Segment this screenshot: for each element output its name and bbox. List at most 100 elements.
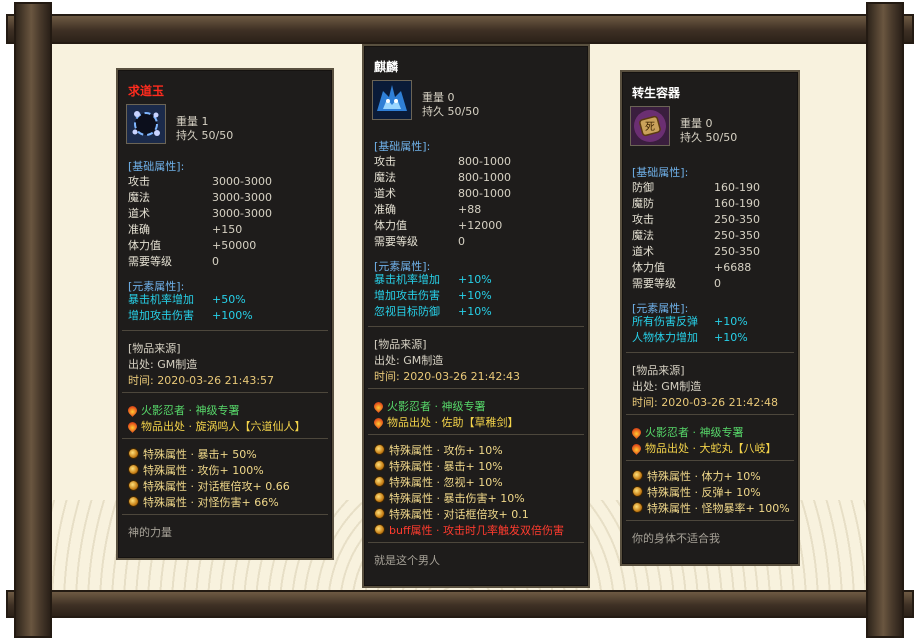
gem-icon xyxy=(374,460,385,471)
scroll-left-post xyxy=(14,2,52,638)
attr-name: 体力值 xyxy=(374,219,407,232)
elem-attr-row: 增加攻击伤害 +10% xyxy=(374,290,492,302)
special-attr-text: 特殊属性 · 攻伤+ 10% xyxy=(389,444,503,457)
attr-name: 攻击 xyxy=(128,175,150,188)
base-attr-row: 体力值 +50000 xyxy=(128,240,256,252)
base-attr-row: 魔防 160-190 xyxy=(632,197,760,210)
base-attr-row: 防御 160-190 xyxy=(632,181,760,194)
attr-value: 160-190 xyxy=(714,181,760,194)
flame-icon xyxy=(372,400,385,413)
attr-name: 增加攻击伤害 xyxy=(128,309,194,322)
attr-name: 魔防 xyxy=(632,197,654,210)
attr-value: +10% xyxy=(714,331,748,344)
flame-icon xyxy=(630,442,643,455)
attr-name: 暴击机率增加 xyxy=(128,293,194,306)
attr-name: 人物体力增加 xyxy=(632,331,698,344)
fire-line-text: 物品出处 · 旋涡鸣人【六道仙人】 xyxy=(141,420,306,433)
divider xyxy=(122,330,328,331)
divider xyxy=(122,514,328,515)
item-tooltip-card: 转生容器死 重量 0 持久 50/50 [基础属性]: 防御 160-190 魔防 160-1… xyxy=(620,70,800,566)
fire-line: 火影忍者 · 神级专署 xyxy=(372,398,486,414)
item-durability: 持久 50/50 xyxy=(422,105,480,118)
elem-attr-row: 所有伤害反弹 +10% xyxy=(632,316,748,328)
special-attr-row: 特殊属性 · 攻伤+ 100% xyxy=(128,462,264,478)
attr-value: +100% xyxy=(212,309,253,322)
attr-value: +88 xyxy=(458,203,482,216)
base-attr-row: 需要等级 0 xyxy=(632,277,721,290)
elem-attr-row: 暴击机率增加 +10% xyxy=(374,274,492,286)
fire-line-text: 火影忍者 · 神级专署 xyxy=(645,426,744,439)
attr-value: 3000-3000 xyxy=(212,191,272,204)
elem-attr-row: 忽视目标防御 +10% xyxy=(374,306,492,318)
elem-attr-row: 增加攻击伤害 +100% xyxy=(128,309,253,322)
special-attr-row: 特殊属性 · 怪物暴率+ 100% xyxy=(632,500,790,516)
item-name: 求道玉 xyxy=(128,84,165,98)
special-attr-text: 特殊属性 · 反弹+ 10% xyxy=(647,486,761,499)
divider xyxy=(368,326,584,327)
attr-value: +10% xyxy=(714,315,748,328)
attr-name: 需要等级 xyxy=(128,255,172,268)
elem-attr-row: 暴击机率增加 +50% xyxy=(128,293,246,306)
attr-name: 需要等级 xyxy=(374,235,418,248)
base-attr-title: [基础属性]: xyxy=(128,160,185,173)
fire-line-text: 火影忍者 · 神级专署 xyxy=(141,404,240,417)
base-attr-row: 道术 250-350 xyxy=(632,246,760,258)
special-attr-text: 特殊属性 · 暴击+ 10% xyxy=(389,460,503,473)
special-attr-row: 特殊属性 · 暴击+ 10% xyxy=(374,458,503,474)
item-tooltip-card: 求道玉 重量 1 持久 50/50 [基础属性]: 攻击 3000-3000 魔法 3000-… xyxy=(116,68,334,560)
special-attr-row: 特殊属性 · 对话框倍攻+ 0.1 xyxy=(374,506,529,522)
fire-line: 物品出处 · 旋涡鸣人【六道仙人】 xyxy=(126,418,306,434)
attr-value: 3000-3000 xyxy=(212,207,272,220)
base-attr-row: 魔法 3000-3000 xyxy=(128,192,272,204)
base-attr-row: 魔法 800-1000 xyxy=(374,171,511,184)
base-attr-row: 体力值 +12000 xyxy=(374,219,502,232)
attr-value: +10% xyxy=(458,289,492,302)
gem-icon xyxy=(374,476,385,487)
divider xyxy=(368,434,584,435)
gem-icon xyxy=(128,464,139,475)
divider xyxy=(626,460,794,461)
attr-name: 道术 xyxy=(128,207,150,220)
scroll-bottom-rod xyxy=(6,590,914,618)
special-attr-row: 特殊属性 · 暴击伤害+ 10% xyxy=(374,490,525,506)
gem-icon xyxy=(632,486,643,497)
divider xyxy=(626,520,794,521)
special-attr-text: buff属性 · 攻击时几率触发双倍伤害 xyxy=(389,524,565,537)
attr-name: 防御 xyxy=(632,181,654,194)
attr-value: 800-1000 xyxy=(458,171,511,184)
death-scroll-icon: 死 xyxy=(630,106,670,146)
attr-name: 需要等级 xyxy=(632,277,676,290)
attr-value: 250-350 xyxy=(714,213,760,226)
source-title: [物品来源] xyxy=(128,342,181,355)
attr-value: 0 xyxy=(458,235,465,248)
base-attr-row: 攻击 800-1000 xyxy=(374,156,511,168)
elem-attr-title: [元素属性]: xyxy=(374,260,431,273)
special-attr-row: 特殊属性 · 反弹+ 10% xyxy=(632,484,761,500)
flame-icon xyxy=(126,420,139,433)
item-durability: 持久 50/50 xyxy=(680,131,738,144)
item-name: 麒麟 xyxy=(374,60,399,74)
gem-icon xyxy=(128,496,139,507)
fire-line-text: 火影忍者 · 神级专署 xyxy=(387,400,486,413)
attr-name: 魔法 xyxy=(374,171,396,184)
scroll-top-rod xyxy=(6,14,914,44)
base-attr-row: 需要等级 0 xyxy=(128,255,219,268)
gem-icon xyxy=(374,492,385,503)
item-weight: 重量 0 xyxy=(680,117,713,130)
fire-line: 物品出处 · 大蛇丸【八岐】 xyxy=(630,440,777,456)
attr-name: 准确 xyxy=(128,223,150,236)
attr-value: 250-350 xyxy=(714,245,760,258)
attr-value: +10% xyxy=(458,273,492,286)
attr-value: 800-1000 xyxy=(458,155,511,168)
special-attr-row: 特殊属性 · 攻伤+ 10% xyxy=(374,442,503,458)
special-attr-text: 特殊属性 · 怪物暴率+ 100% xyxy=(647,502,790,515)
fire-line: 火影忍者 · 神级专署 xyxy=(630,424,744,440)
attr-value: 0 xyxy=(212,255,219,268)
source-origin: 出处: GM制造 xyxy=(374,354,444,367)
special-attr-text: 特殊属性 · 对话框倍攻+ 0.1 xyxy=(389,508,529,521)
item-tooltip-card: 麒麟 重量 0 持久 50/50 [基础属性]: 攻击 800-1000 魔法 800-100… xyxy=(362,44,590,588)
divider xyxy=(368,388,584,389)
base-attr-title: [基础属性]: xyxy=(632,166,689,179)
source-origin: 出处: GM制造 xyxy=(128,358,198,371)
fire-line: 物品出处 · 佐助【草稚剑】 xyxy=(372,414,519,430)
